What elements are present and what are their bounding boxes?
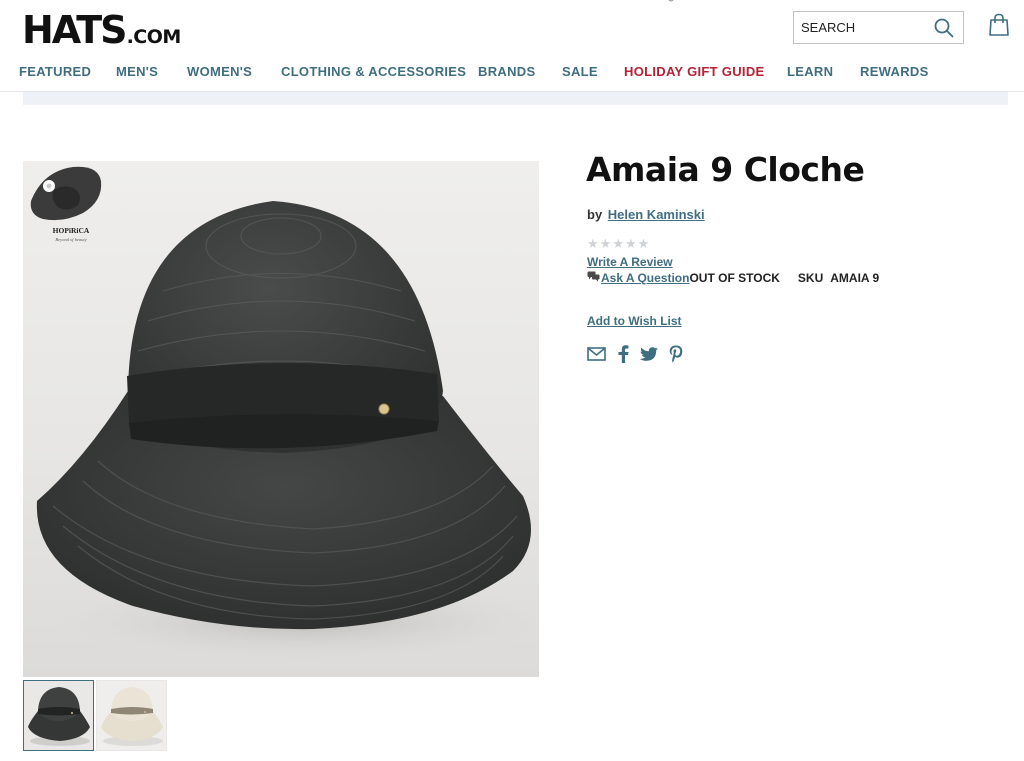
social-share-icons: [587, 345, 683, 363]
star-icon: ★: [624, 237, 637, 252]
location-pin-icon: [668, 0, 674, 2]
thumbnail-cream-cloche[interactable]: [96, 680, 167, 751]
sku-value: AMAIA 9: [830, 271, 880, 285]
product-thumbnails: [23, 680, 167, 751]
black-cloche-hat-image: HOPiRiCA Beyond of beauty: [30, 166, 539, 661]
search-input[interactable]: [801, 20, 921, 35]
logo-suffix-text: .COM: [126, 26, 182, 48]
product-title: Amaia 9 Cloche: [586, 150, 865, 189]
email-icon[interactable]: [587, 347, 606, 361]
shopping-bag-icon[interactable]: [988, 13, 1010, 37]
star-icon: ★: [612, 237, 624, 252]
thumbnail-black-cloche[interactable]: [23, 680, 94, 751]
nav-item-mens[interactable]: MEN'S: [116, 64, 158, 79]
main-nav: FEATURED MEN'S WOMEN'S CLOTHING & ACCESS…: [0, 64, 1024, 84]
site-header: HATS .COM FEATURED MEN'S WOMEN'S CLOTHIN…: [0, 0, 1024, 92]
site-logo[interactable]: HATS .COM: [22, 8, 181, 52]
write-review-link[interactable]: Write A Review: [587, 255, 673, 269]
stock-status: OUT OF STOCK: [689, 271, 780, 285]
star-icon: ★: [587, 237, 599, 252]
star-icon: ★: [599, 237, 612, 252]
watermark-tagline: Beyond of beauty: [55, 237, 86, 242]
product-brand-line: by Helen Kaminski: [587, 207, 705, 222]
nav-item-rewards[interactable]: REWARDS: [860, 64, 929, 79]
promo-banner-strip: [23, 92, 1008, 105]
sku-label: SKU: [797, 271, 824, 285]
ask-question-link[interactable]: Ask A Question: [601, 271, 689, 285]
nav-item-womens[interactable]: WOMEN'S: [187, 64, 252, 79]
nav-item-featured[interactable]: FEATURED: [19, 64, 91, 79]
hopirica-watermark: [30, 166, 102, 221]
star-icon: ★: [637, 237, 650, 252]
nav-item-sale[interactable]: SALE: [562, 64, 598, 79]
rating-stars: ★ ★ ★ ★ ★: [587, 238, 649, 252]
add-to-wishlist-link[interactable]: Add to Wish List: [587, 314, 682, 328]
brand-link[interactable]: Helen Kaminski: [608, 207, 705, 222]
nav-item-clothing-accessories[interactable]: CLOTHING & ACCESSORIES: [281, 64, 466, 79]
question-stock-sku-row: Ask A Question OUT OF STOCK SKU AMAIA 9: [587, 271, 879, 285]
nav-item-learn[interactable]: LEARN: [787, 64, 833, 79]
twitter-icon[interactable]: [640, 346, 658, 362]
logo-main-text: HATS: [22, 8, 128, 52]
by-prefix: by: [587, 207, 603, 222]
nav-item-brands[interactable]: BRANDS: [478, 64, 535, 79]
search-box[interactable]: [793, 11, 964, 44]
chat-bubble-icon: [587, 271, 600, 282]
nav-item-holiday-gift-guide[interactable]: HOLIDAY GIFT GUIDE: [624, 64, 764, 79]
pinterest-icon[interactable]: [669, 345, 683, 363]
watermark-text: HOPiRiCA: [53, 226, 90, 235]
product-main-image[interactable]: HOPiRiCA Beyond of beauty: [23, 161, 539, 677]
facebook-icon[interactable]: [617, 345, 629, 363]
search-icon[interactable]: [933, 17, 955, 39]
